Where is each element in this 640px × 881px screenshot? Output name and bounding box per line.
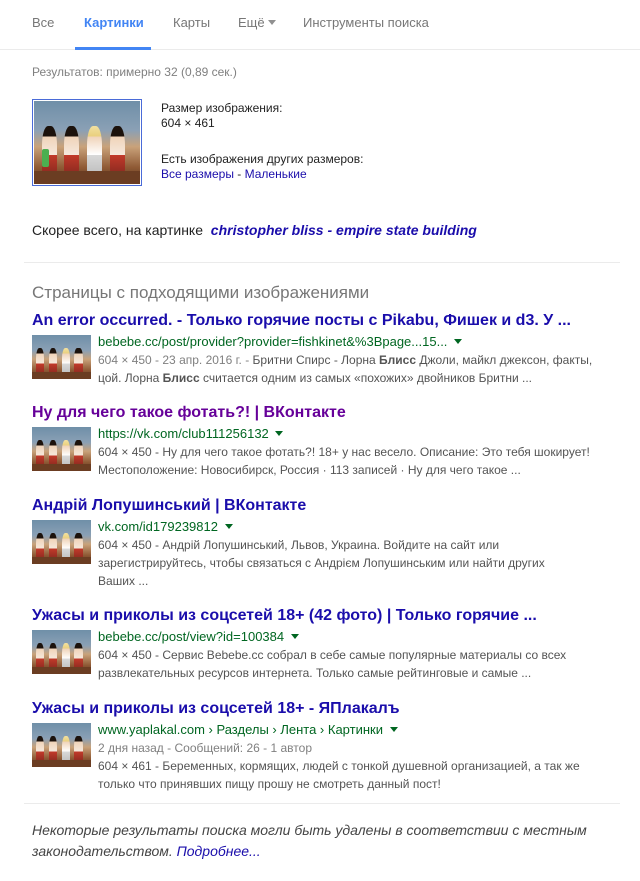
result-url-text: www.yaplakal.com › Разделы › Лента › Кар… [98, 722, 383, 737]
small-sizes-link[interactable]: Маленькие [245, 167, 307, 181]
search-result: Андрій Лопушинський | ВКонтакте vk.com/i… [32, 497, 612, 588]
result-title-link[interactable]: Ужасы и приколы из соцсетей 18+ - ЯПлака… [32, 700, 612, 718]
search-result: An error occurred. - Только горячие пост… [32, 312, 612, 385]
result-url-text: vk.com/id179239812 [98, 519, 218, 534]
divider [24, 803, 620, 804]
best-guess-link[interactable]: christopher bliss - empire state buildin… [211, 222, 477, 238]
result-thumbnail[interactable] [32, 630, 91, 674]
other-sizes-label: Есть изображения других размеров: [161, 152, 364, 166]
size-link-separator: - [233, 167, 245, 181]
result-thumbnail[interactable] [32, 723, 91, 767]
result-url-text: https://vk.com/club111256132 [98, 426, 269, 441]
removal-notice-text: Некоторые результаты поиска могли быть у… [32, 822, 587, 859]
result-title-link[interactable]: Ну для чего такое фотать?! | ВКонтакте [32, 404, 612, 422]
query-image-thumbnail[interactable] [32, 99, 142, 186]
result-url-text: bebebe.cc/post/view?id=100384 [98, 629, 285, 644]
tab-images[interactable]: Картинки [84, 15, 144, 30]
tab-all[interactable]: Все [32, 15, 54, 30]
result-url[interactable]: bebebe.cc/post/view?id=100384 [98, 628, 612, 646]
result-thumbnail[interactable] [32, 335, 91, 379]
result-url[interactable]: https://vk.com/club111256132 [98, 425, 612, 443]
removal-notice: Некоторые результаты поиска могли быть у… [32, 820, 612, 862]
tab-search-tools[interactable]: Инструменты поиска [303, 15, 429, 30]
chevron-down-icon[interactable] [389, 727, 398, 732]
search-result: Ужасы и приколы из соцсетей 18+ (42 фото… [32, 607, 612, 680]
result-thumbnail[interactable] [32, 520, 91, 564]
result-snippet: 2 дня назад - Сообщений: 26 - 1 автор 60… [98, 741, 580, 791]
result-stats: Результатов: примерно 32 (0,89 сек.) [32, 65, 237, 79]
query-image [34, 101, 140, 184]
result-title-link[interactable]: Ужасы и приколы из соцсетей 18+ (42 фото… [32, 607, 612, 625]
active-tab-indicator [75, 47, 151, 50]
result-title-link[interactable]: Андрій Лопушинський | ВКонтакте [32, 497, 612, 515]
image-size-label: Размер изображения: [161, 101, 283, 115]
result-url-text: bebebe.cc/post/provider?provider=fishkin… [98, 334, 448, 349]
image-info: Размер изображения: 604 × 461 Есть изобр… [161, 101, 363, 182]
result-snippet: 604 × 450 - Сервис Bebebe.cc собрал в се… [98, 648, 567, 680]
search-result: Ну для чего такое фотать?! | ВКонтакте h… [32, 404, 612, 477]
image-size-value: 604 × 461 [161, 116, 215, 130]
result-url[interactable]: vk.com/id179239812 [98, 518, 612, 536]
divider [24, 262, 620, 263]
result-snippet: 604 × 450 - 23 апр. 2016 г. - Бритни Спи… [98, 353, 593, 385]
result-url[interactable]: bebebe.cc/post/provider?provider=fishkin… [98, 333, 612, 351]
learn-more-link[interactable]: Подробнее... [177, 843, 261, 859]
result-snippet: 604 × 450 - Ну для чего такое фотать?! 1… [98, 445, 590, 477]
section-title: Страницы с подходящими изображениями [32, 283, 370, 302]
chevron-down-icon [267, 20, 276, 25]
result-title-link[interactable]: An error occurred. - Только горячие пост… [32, 312, 612, 330]
tab-more[interactable]: Ещё [238, 15, 276, 30]
chevron-down-icon[interactable] [275, 431, 284, 436]
tab-maps[interactable]: Карты [173, 15, 210, 30]
all-sizes-link[interactable]: Все размеры [161, 167, 234, 181]
best-guess-prefix: Скорее всего, на картинке [32, 222, 203, 238]
search-tabs: Все Картинки Карты Ещё Инструменты поиск… [0, 0, 640, 50]
result-thumbnail[interactable] [32, 427, 91, 471]
chevron-down-icon[interactable] [224, 524, 233, 529]
tab-more-label: Ещё [238, 15, 265, 30]
result-url[interactable]: www.yaplakal.com › Разделы › Лента › Кар… [98, 721, 612, 739]
best-guess: Скорее всего, на картинке christopher bl… [32, 222, 477, 238]
chevron-down-icon[interactable] [454, 339, 463, 344]
search-result: Ужасы и приколы из соцсетей 18+ - ЯПлака… [32, 700, 612, 792]
chevron-down-icon[interactable] [290, 634, 299, 639]
result-snippet: 604 × 450 - Андрій Лопушинський, Львов, … [98, 538, 545, 588]
